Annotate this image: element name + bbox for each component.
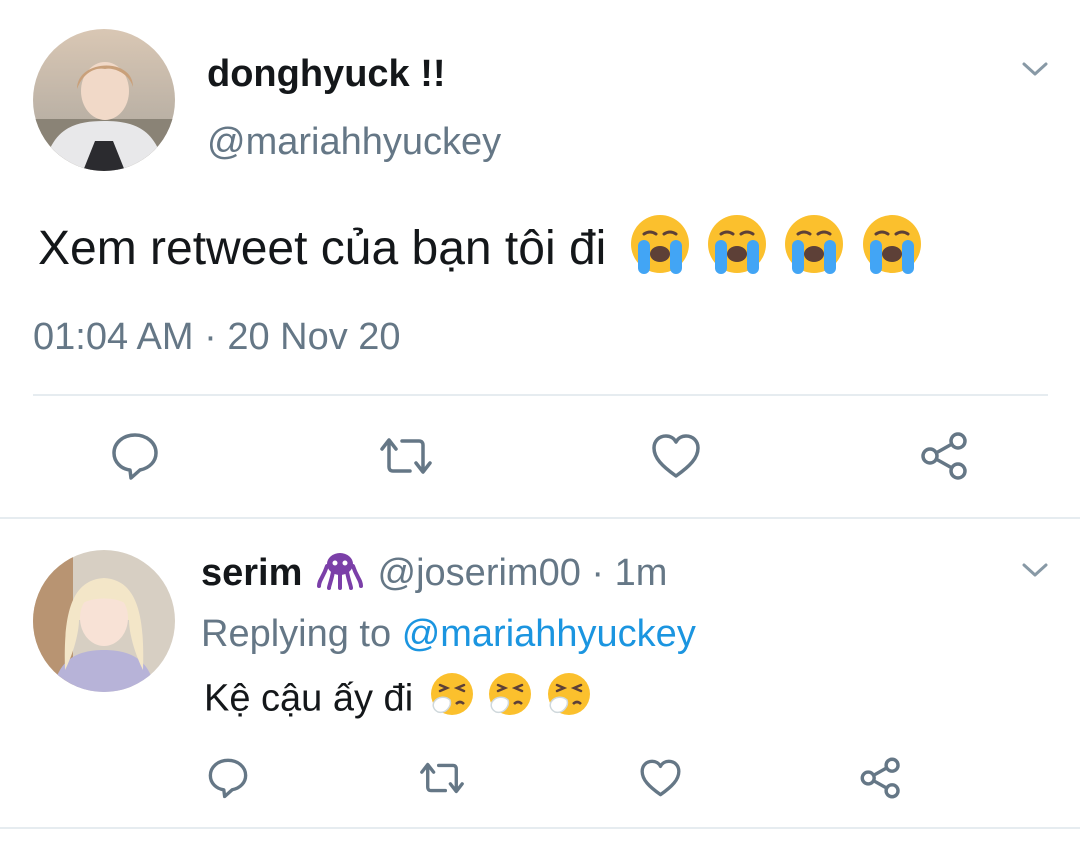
share-icon[interactable] [858, 755, 904, 801]
tweet-text-content: Xem retweet của bạn tôi đi [38, 222, 607, 276]
loudly-crying-face-icon [628, 212, 692, 291]
handle[interactable]: @mariahhyuckey [207, 121, 501, 164]
share-icon[interactable] [918, 429, 972, 483]
loudly-crying-face-icon [860, 212, 924, 291]
sneezing-face-icon [486, 670, 534, 731]
retweet-icon[interactable] [376, 431, 436, 481]
tweet-text: Xem retweet của bạn tôi đi [38, 212, 924, 291]
replying-to-line: Replying to @mariahhyuckey [201, 613, 696, 656]
replying-to-label: Replying to [201, 613, 392, 655]
sneezing-face-icon [545, 670, 593, 731]
sneezing-face-icon [428, 670, 476, 731]
reply-display-name[interactable]: serim [201, 552, 302, 594]
display-name[interactable]: donghyuck !! [207, 53, 446, 96]
avatar[interactable] [33, 29, 175, 171]
reply-avatar[interactable] [33, 550, 175, 692]
like-icon[interactable] [638, 758, 683, 798]
loudly-crying-face-icon [782, 212, 846, 291]
tweet-timestamp[interactable]: 01:04 AM · 20 Nov 20 [33, 316, 401, 359]
reply-icon[interactable] [207, 757, 249, 799]
chevron-down-icon[interactable] [1020, 559, 1050, 581]
reply-handle[interactable]: @joserim00 [378, 552, 581, 594]
chevron-down-icon[interactable] [1020, 58, 1050, 80]
emoji-group [628, 215, 924, 275]
reply-time[interactable]: · 1m [591, 552, 667, 594]
like-icon[interactable] [650, 432, 702, 480]
replying-to-link[interactable]: @mariahhyuckey [402, 613, 696, 655]
emoji-group [428, 673, 593, 720]
divider [0, 517, 1080, 519]
reply-icon[interactable] [110, 431, 160, 481]
reply-text-content: Kệ cậu ấy đi [204, 677, 414, 720]
divider [0, 827, 1080, 829]
reply-text: Kệ cậu ấy đi [204, 670, 593, 731]
retweet-icon[interactable] [416, 757, 468, 799]
reply-header: serim @joserim00 · 1m [201, 550, 667, 600]
loudly-crying-face-icon [705, 212, 769, 291]
octopus-icon [316, 550, 363, 600]
divider [33, 394, 1048, 396]
